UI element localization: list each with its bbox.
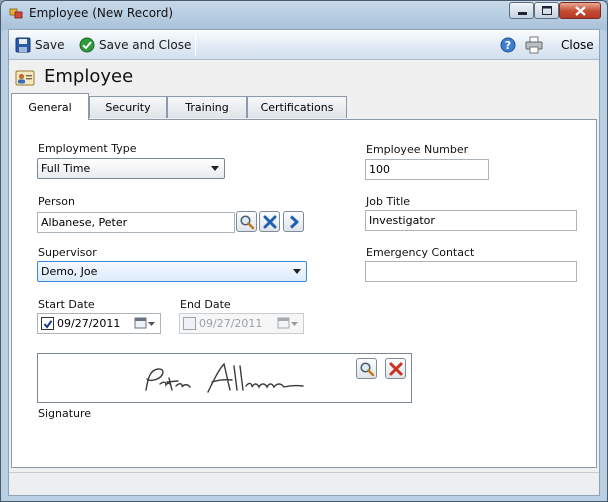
check-circle-icon <box>79 37 95 53</box>
window: Employee (New Record) Save Save and Clos… <box>0 0 608 502</box>
window-title: Employee (New Record) <box>29 6 174 20</box>
tab-training[interactable]: Training <box>167 96 247 118</box>
toolbar: Save Save and Close ? Close <box>9 30 599 60</box>
save-button[interactable]: Save <box>15 34 64 56</box>
checkmark-icon <box>43 320 53 329</box>
tab-security[interactable]: Security <box>89 96 167 118</box>
signature-box[interactable] <box>37 353 412 403</box>
delete-x-icon <box>389 362 403 376</box>
close-window-button[interactable] <box>559 2 601 19</box>
calendar-dropdown-icon[interactable] <box>277 317 299 330</box>
app-icon <box>9 8 23 19</box>
job-title-value: Investigator <box>369 214 435 227</box>
start-date-value: 09/27/2011 <box>57 317 121 330</box>
svg-text:?: ? <box>505 39 511 52</box>
end-date-label: End Date <box>180 298 231 311</box>
employee-number-field[interactable]: 100 <box>365 159 489 180</box>
employee-number-value: 100 <box>369 163 390 176</box>
signature-label: Signature <box>38 407 92 420</box>
maximize-icon <box>542 6 552 15</box>
person-label: Person <box>38 195 75 208</box>
chevron-down-icon <box>293 269 301 274</box>
printer-icon[interactable] <box>525 36 543 54</box>
end-date-checkbox[interactable] <box>183 317 196 330</box>
person-field[interactable]: Albanese, Peter <box>37 212 235 233</box>
job-title-field[interactable]: Investigator <box>365 210 577 231</box>
job-title-label: Job Title <box>366 195 411 208</box>
toolbar-separator <box>195 34 196 56</box>
help-icon[interactable]: ? <box>500 37 516 53</box>
employee-card-icon <box>15 70 35 86</box>
general-tab-panel: Employment Type Full Time Person Albanes… <box>11 119 597 468</box>
close-icon <box>575 6 586 16</box>
search-icon <box>360 362 375 377</box>
start-date-picker[interactable]: 09/27/2011 <box>37 313 161 334</box>
employment-type-label: Employment Type <box>38 142 137 155</box>
minimize-icon <box>518 12 527 15</box>
emergency-contact-label: Emergency Contact <box>366 246 475 259</box>
person-value: Albanese, Peter <box>41 216 128 229</box>
close-button[interactable]: Close <box>561 34 594 56</box>
title-bar[interactable]: Employee (New Record) <box>1 1 607 25</box>
employee-number-label: Employee Number <box>366 143 469 156</box>
save-and-close-label: Save and Close <box>99 38 192 52</box>
start-date-checkbox[interactable] <box>41 317 54 330</box>
chevron-down-icon <box>211 166 219 171</box>
employment-type-dropdown[interactable]: Full Time <box>37 158 225 179</box>
tab-certifications[interactable]: Certifications <box>247 96 347 118</box>
person-search-button[interactable] <box>236 211 257 232</box>
search-icon <box>240 215 255 230</box>
supervisor-dropdown[interactable]: Demo, Joe <box>37 261 307 282</box>
minimize-button[interactable] <box>509 2 534 19</box>
save-and-close-button[interactable]: Save and Close <box>79 34 191 56</box>
employment-type-value: Full Time <box>41 162 91 175</box>
supervisor-value: Demo, Joe <box>41 265 98 278</box>
clear-x-icon <box>263 215 277 229</box>
end-date-value: 09/27/2011 <box>199 317 263 330</box>
emergency-contact-field[interactable] <box>365 261 577 282</box>
status-bar <box>9 472 599 495</box>
floppy-disk-icon <box>15 37 31 53</box>
person-clear-button[interactable] <box>259 211 280 232</box>
save-label: Save <box>35 38 65 52</box>
person-open-button[interactable] <box>283 211 304 232</box>
client-area: Save Save and Close ? Close Employee Gen… <box>8 29 600 496</box>
tab-general[interactable]: General <box>11 93 89 120</box>
calendar-dropdown-icon[interactable] <box>134 317 156 330</box>
page-title: Employee <box>44 66 134 87</box>
end-date-picker[interactable]: 09/27/2011 <box>179 313 304 334</box>
signature-capture-button[interactable] <box>356 358 377 379</box>
chevron-right-icon <box>289 215 299 229</box>
signature-image <box>145 362 304 393</box>
supervisor-label: Supervisor <box>38 246 97 259</box>
signature-delete-button[interactable] <box>385 358 406 379</box>
start-date-label: Start Date <box>38 298 95 311</box>
maximize-button[interactable] <box>534 2 559 19</box>
